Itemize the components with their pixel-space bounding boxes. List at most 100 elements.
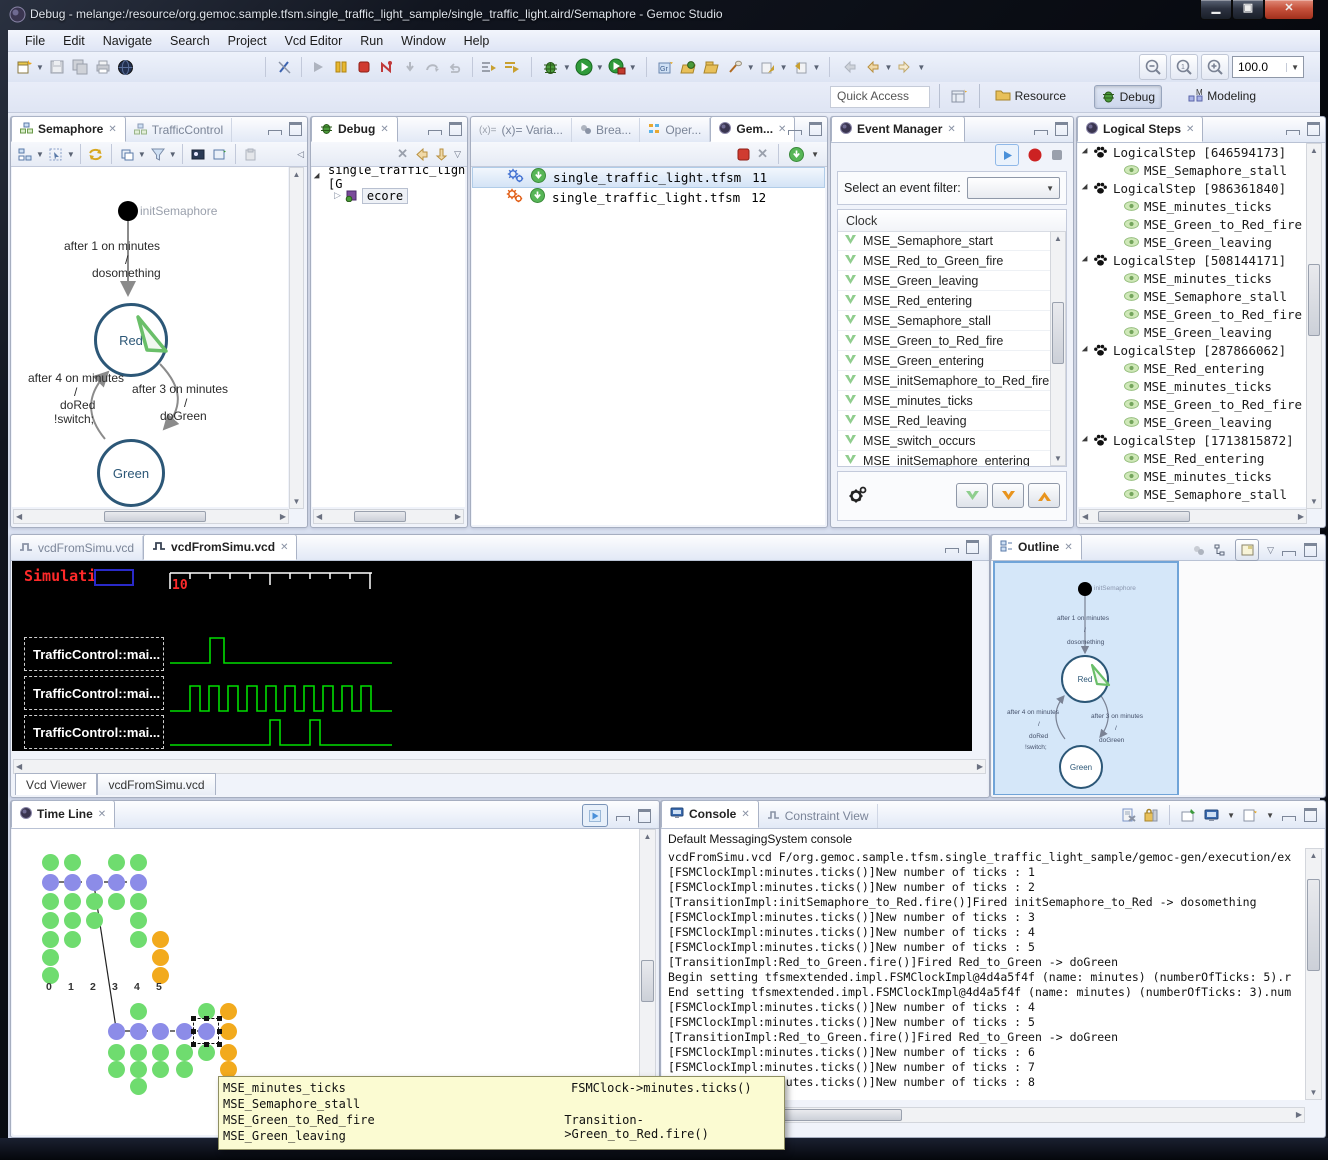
mse-event-row[interactable]: MSE_minutes_ticks: [1078, 467, 1308, 485]
minimize-view-icon[interactable]: [1034, 130, 1048, 135]
step-green-down-button[interactable]: [956, 483, 988, 508]
mse-event-row[interactable]: MSE_Semaphore_stall: [1078, 485, 1308, 503]
vcd-canvas[interactable]: Simulation TrafficControl::mai...Traffic…: [12, 561, 972, 751]
engine-row[interactable]: single_traffic_light.tfsm12: [472, 188, 825, 207]
menu-file[interactable]: File: [16, 32, 54, 50]
show-instructions-icon[interactable]: [479, 57, 499, 77]
engine-row[interactable]: single_traffic_light.tfsm11: [472, 167, 825, 188]
collapsed-expander-icon[interactable]: ▷: [334, 190, 341, 201]
logical-step-row[interactable]: LogicalStep [508144171]: [1078, 251, 1308, 269]
mse-event-row[interactable]: MSE_Red_entering: [1078, 359, 1308, 377]
debug-hscrollbar[interactable]: ◀▶: [313, 509, 464, 524]
tab-outline[interactable]: Outline ✕: [991, 534, 1082, 560]
clock-row[interactable]: MSE_Semaphore_stall: [838, 311, 1052, 331]
minimize-button[interactable]: ▁: [1200, 0, 1232, 20]
maximize-view-icon[interactable]: [809, 122, 822, 136]
perspective-debug[interactable]: Debug: [1094, 85, 1162, 109]
tab-trafficcontrol[interactable]: TrafficControl: [126, 118, 232, 142]
resume-icon[interactable]: [308, 57, 328, 77]
step-orange-up-button[interactable]: [1028, 483, 1060, 508]
clock-vscrollbar[interactable]: ▲▼: [1050, 231, 1066, 466]
timeline-dot[interactable]: [130, 1078, 147, 1095]
title-bar[interactable]: Debug - melange:/resource/org.gemoc.samp…: [0, 0, 1328, 30]
timeline-dot[interactable]: [64, 854, 81, 871]
timeline-dot[interactable]: [108, 1044, 125, 1061]
settings-gear-icon[interactable]: [848, 486, 868, 506]
step-return-icon[interactable]: [446, 57, 466, 77]
clock-row[interactable]: MSE_minutes_ticks: [838, 391, 1052, 411]
timeline-dot[interactable]: [152, 1061, 169, 1078]
timeline-dot[interactable]: [108, 1061, 125, 1078]
mse-event-row[interactable]: MSE_Green_to_Red_fire: [1078, 395, 1308, 413]
clear-console-icon[interactable]: [1121, 808, 1136, 822]
refresh-icon[interactable]: [86, 144, 106, 164]
tab-close-icon[interactable]: ✕: [1064, 542, 1072, 553]
close-button[interactable]: ✕: [1264, 0, 1314, 20]
vcd-waveform[interactable]: [170, 638, 392, 663]
selection-handle[interactable]: [191, 1042, 196, 1047]
selection-handle[interactable]: [204, 1016, 209, 1021]
minimize-view-icon[interactable]: [268, 130, 282, 135]
export-diagram-icon[interactable]: [210, 144, 230, 164]
logical-step-row[interactable]: LogicalStep [986361840]: [1078, 179, 1308, 197]
tab-debug[interactable]: Debug ✕: [311, 116, 398, 142]
tab-timeline[interactable]: Time Line ✕: [11, 800, 115, 828]
paintbrush-dropdown-icon[interactable]: ▼: [747, 63, 755, 72]
perspective-resource[interactable]: Resource: [989, 85, 1072, 107]
clock-row[interactable]: MSE_initSemaphore_entering: [838, 451, 1052, 466]
copy-appearance-dropdown-icon[interactable]: ▼: [138, 150, 146, 159]
use-step-filters-icon[interactable]: [502, 57, 522, 77]
console-output[interactable]: vcdFromSimu.vcd F/org.gemoc.sample.tfsm.…: [662, 848, 1312, 1100]
minimize-view-icon[interactable]: [1282, 551, 1296, 556]
diagram-canvas[interactable]: initSemaphore after 1 on minutes / dosom…: [12, 167, 288, 507]
open-console-dropdown-icon[interactable]: ▼: [1266, 811, 1274, 820]
tab-close-icon[interactable]: ✕: [1186, 124, 1194, 135]
clock-column-header[interactable]: Clock: [838, 210, 1066, 232]
quick-access-input[interactable]: Quick Access: [830, 86, 930, 108]
selection-handle[interactable]: [204, 1042, 209, 1047]
timeline-dot[interactable]: [108, 893, 125, 910]
tab-close-icon[interactable]: ✕: [280, 542, 288, 553]
selection-handle[interactable]: [217, 1042, 222, 1047]
display-console-icon[interactable]: [1204, 809, 1219, 822]
timeline-dot[interactable]: [220, 1044, 237, 1061]
timeline-dot[interactable]: [130, 912, 147, 929]
timeline-dot[interactable]: [42, 949, 59, 966]
engine-shield-icon[interactable]: [789, 147, 804, 162]
timeline-dot[interactable]: [86, 874, 103, 891]
view-menu-icon[interactable]: ▽: [454, 149, 461, 160]
menu-edit[interactable]: Edit: [54, 32, 94, 50]
diagram-vscrollbar[interactable]: ▲▼: [289, 167, 304, 509]
engine-dropdown-icon[interactable]: ▼: [811, 150, 819, 159]
maximize-view-icon[interactable]: [1307, 122, 1320, 136]
paintbrush-icon[interactable]: [725, 57, 745, 77]
timeline-dot[interactable]: [86, 912, 103, 929]
select-mode-dropdown-icon[interactable]: ▼: [67, 150, 75, 159]
timeline-dot[interactable]: [64, 931, 81, 948]
maximize-view-icon[interactable]: [449, 122, 462, 136]
layout-icon[interactable]: [15, 144, 35, 164]
timeline-play-button[interactable]: [582, 804, 608, 827]
tab-variables[interactable]: (x)=(x)= Varia...: [471, 118, 572, 142]
minimize-view-icon[interactable]: [788, 130, 802, 135]
selection-handle[interactable]: [217, 1016, 222, 1021]
run-icon[interactable]: [574, 57, 594, 77]
timeline-dot[interactable]: [220, 1023, 237, 1040]
filter-icon[interactable]: [148, 144, 168, 164]
minimize-view-icon[interactable]: [945, 548, 959, 553]
copy-appearance-icon[interactable]: [117, 144, 137, 164]
clock-row[interactable]: MSE_Red_leaving: [838, 411, 1052, 431]
steps-hscrollbar[interactable]: ◀▶: [1079, 509, 1307, 524]
open-folder-icon[interactable]: [679, 57, 699, 77]
maximize-view-icon[interactable]: [638, 809, 651, 823]
commit-dropdown-icon[interactable]: ▼: [780, 63, 788, 72]
new-wizard-icon[interactable]: [14, 57, 34, 77]
timeline-dot[interactable]: [130, 1044, 147, 1061]
vcd-waveform[interactable]: [170, 686, 392, 711]
vcd-hscrollbar[interactable]: ◀▶: [13, 759, 986, 774]
maximize-view-icon[interactable]: [289, 122, 302, 136]
zoom-original-icon[interactable]: 1: [1170, 54, 1198, 80]
timeline-dot[interactable]: [176, 1061, 193, 1078]
zoom-out-icon[interactable]: [1139, 54, 1167, 80]
selection-handle[interactable]: [217, 1029, 222, 1034]
